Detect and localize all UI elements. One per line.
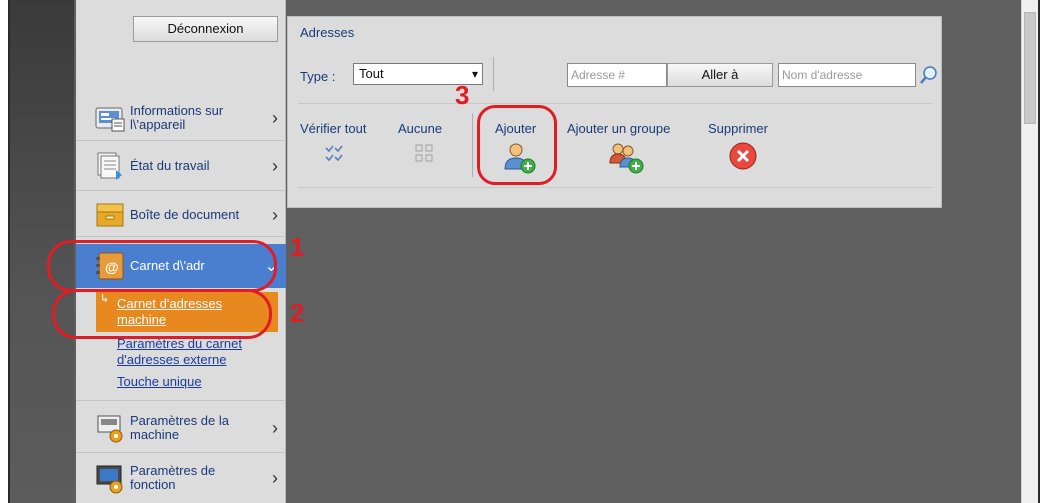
add-group-icon[interactable]	[608, 141, 644, 178]
divider	[472, 113, 473, 177]
annotation-ring-step3	[477, 105, 557, 185]
delete-icon[interactable]	[728, 141, 758, 174]
device-info-icon	[94, 102, 128, 134]
annotation-step2: 2	[290, 298, 305, 328]
logout-button[interactable]: Déconnexion	[133, 16, 278, 42]
sidebar-item-label: Paramètres de fonction	[130, 463, 216, 492]
type-select-value: Tout	[359, 66, 384, 81]
add-group-label[interactable]: Ajouter un groupe	[567, 121, 670, 136]
delete-label[interactable]: Supprimer	[708, 121, 768, 136]
type-label: Type :	[300, 69, 336, 84]
sidebar-item-device-info[interactable]: Informations sur l\'appareil ›	[76, 98, 286, 138]
sidebar-item-job-status[interactable]: État du travail ›	[76, 146, 286, 186]
chevron-right-icon: ›	[272, 417, 278, 438]
annotation-step3: 3	[455, 80, 470, 110]
divider	[493, 57, 494, 91]
function-settings-icon	[94, 462, 128, 494]
job-status-icon	[94, 150, 128, 182]
scrollbar-thumb[interactable]	[1024, 12, 1036, 124]
sub-item-label[interactable]: Carnet d'adresses machine	[117, 296, 267, 328]
divider	[76, 190, 286, 191]
uncheck-all-label[interactable]: Aucune	[398, 121, 442, 136]
uncheck-all-icon[interactable]	[415, 144, 433, 165]
sidebar-item-label: Informations sur l\'appareil	[130, 103, 224, 132]
annotation-step1: 1	[290, 232, 305, 262]
chevron-right-icon: ›	[272, 107, 278, 128]
divider	[298, 103, 933, 104]
sub-item-external-address-book[interactable]: Paramètres du carnet d'adresses externe	[117, 336, 267, 368]
divider	[76, 400, 286, 401]
sidebar-item-function-settings[interactable]: Paramètres de fonction ›	[76, 458, 286, 498]
check-all-label[interactable]: Vérifier tout	[300, 121, 366, 136]
sub-item-arrow-icon: ↳	[100, 293, 110, 305]
goto-button[interactable]: Aller à	[667, 63, 773, 87]
sidebar-item-label: État du travail	[130, 158, 210, 173]
chevron-right-icon: ›	[272, 155, 278, 176]
panel-title: Adresses	[300, 25, 355, 40]
address-panel: Adresses Type : Tout ▾ Adresse # Aller à…	[287, 16, 942, 208]
chevron-down-icon: ▾	[471, 67, 478, 81]
document-box-icon	[94, 199, 128, 231]
sidebar-item-label: Boîte de document	[130, 207, 240, 222]
divider	[76, 236, 286, 237]
chevron-right-icon: ›	[272, 204, 278, 225]
search-icon[interactable]	[918, 64, 940, 86]
divider	[76, 140, 286, 141]
annotation-ring-step1	[47, 240, 277, 292]
check-all-icon[interactable]	[325, 144, 343, 165]
sub-item-one-touch[interactable]: Touche unique	[117, 374, 267, 390]
divider	[298, 187, 933, 188]
machine-settings-icon	[94, 412, 128, 444]
vertical-scrollbar[interactable]	[1021, 0, 1038, 503]
sidebar-item-label: Paramètres de la machine	[130, 413, 229, 442]
chevron-right-icon: ›	[272, 467, 278, 488]
divider	[76, 452, 286, 453]
address-number-input[interactable]: Adresse #	[567, 63, 667, 87]
sidebar-item-machine-settings[interactable]: Paramètres de la machine ›	[76, 408, 286, 448]
address-name-input[interactable]: Nom d'adresse	[778, 63, 916, 87]
sidebar-item-document-box[interactable]: Boîte de document ›	[76, 196, 286, 234]
